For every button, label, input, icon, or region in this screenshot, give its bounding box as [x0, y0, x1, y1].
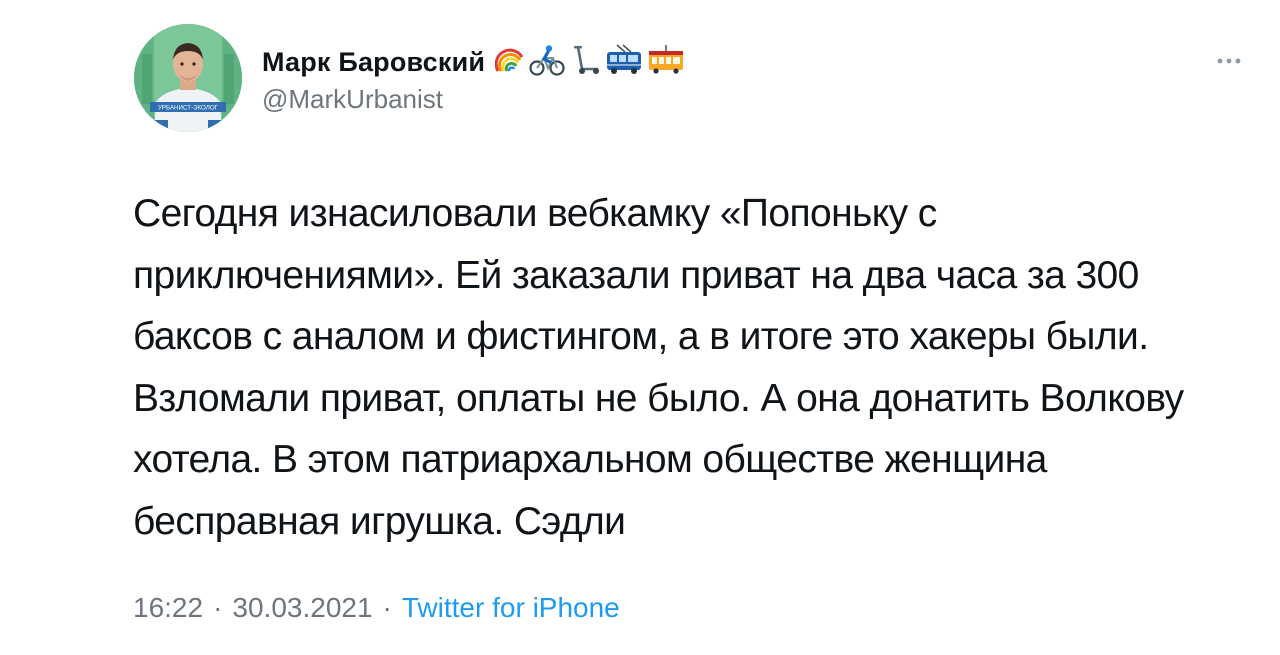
trolleybus-icon	[605, 43, 643, 81]
tweet-meta: 16:22 · 30.03.2021 · Twitter for iPhone	[133, 592, 620, 624]
avatar-image: УРБАНИСТ-ЭКОЛОГ	[134, 24, 242, 132]
avatar-badge-text: УРБАНИСТ-ЭКОЛОГ	[158, 105, 219, 112]
meta-separator: ·	[382, 592, 392, 623]
author-name-row: Марк Баровский	[262, 42, 685, 82]
kick-scooter-icon	[569, 44, 601, 81]
cyclist-icon	[529, 44, 565, 81]
more-horizontal-icon	[1216, 57, 1242, 65]
tram-car-icon	[647, 44, 685, 81]
tweet-time[interactable]: 16:22	[133, 592, 203, 624]
avatar[interactable]: УРБАНИСТ-ЭКОЛОГ	[134, 24, 242, 132]
more-options-button[interactable]	[1214, 46, 1244, 76]
rainbow-icon	[494, 45, 525, 80]
tweet-text: Сегодня изнасиловали вебкамку «Попоньку …	[133, 192, 1184, 543]
author-display-name[interactable]: Марк Баровский	[262, 47, 485, 78]
tweet: УРБАНИСТ-ЭКОЛОГ Марк Баровский @MarkUrba…	[0, 0, 1280, 655]
tweet-date[interactable]: 30.03.2021	[232, 592, 372, 624]
tweet-source-link[interactable]: Twitter for iPhone	[402, 592, 620, 624]
meta-separator: ·	[213, 592, 223, 623]
name-emoji-row	[494, 43, 685, 81]
author-handle[interactable]: @MarkUrbanist	[262, 84, 443, 115]
